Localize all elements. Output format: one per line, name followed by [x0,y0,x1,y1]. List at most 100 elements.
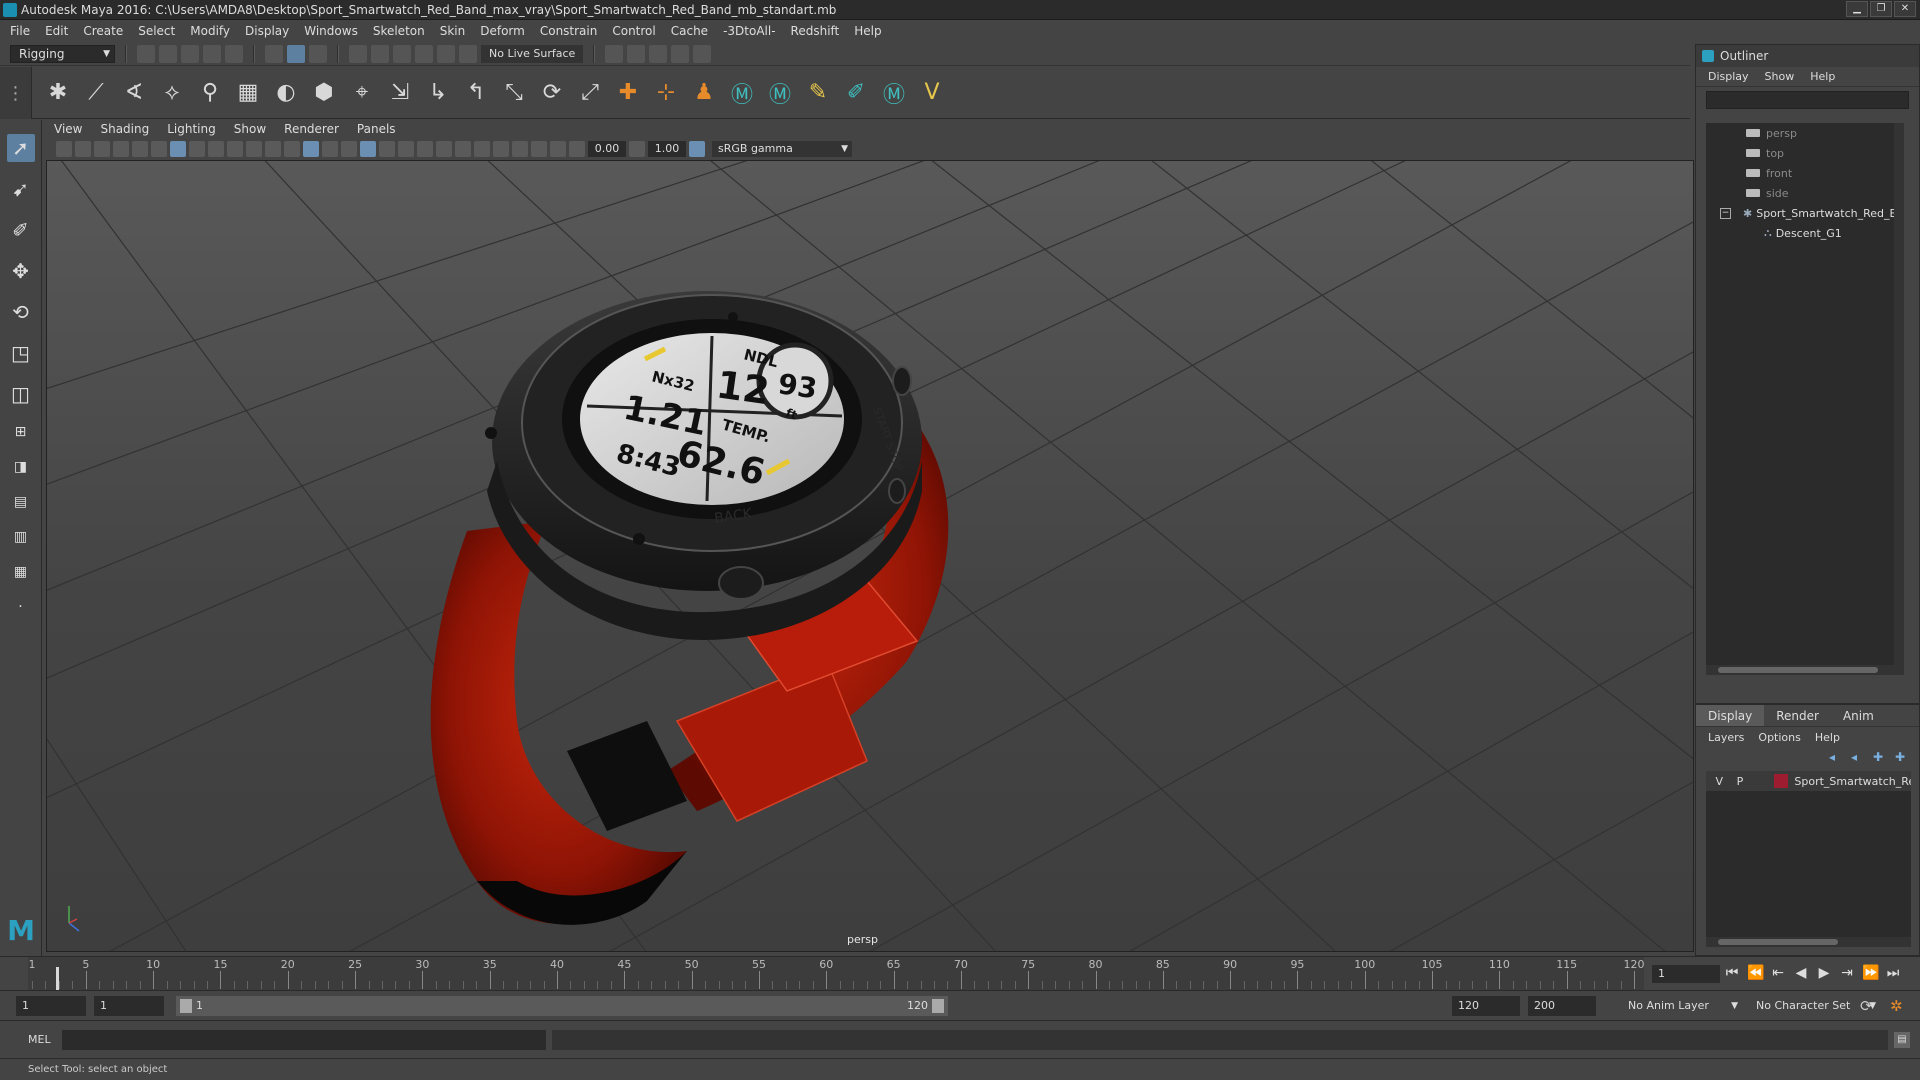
set-key-icon[interactable]: ⊹ [652,79,680,107]
use-default-material-icon[interactable] [322,141,338,157]
cluster-icon[interactable]: ⌖ [348,79,376,107]
component-editor-icon[interactable]: ✐ [842,79,870,107]
layer-color-swatch[interactable] [1773,774,1789,788]
xray-components-icon[interactable] [550,141,566,157]
camera-select-icon[interactable] [56,141,72,157]
layer-row[interactable]: V P Sport_Smartwatch_Red [1706,771,1911,791]
resolution-gate-icon[interactable] [208,141,224,157]
four-view-icon[interactable]: ⊞ [7,421,35,443]
grease-pencil-icon[interactable] [151,141,167,157]
scale-constraint-icon[interactable]: ⤡ [500,79,528,107]
vp-menu-show[interactable]: Show [234,122,266,136]
use-all-lights-icon[interactable] [379,141,395,157]
layout-dot-icon[interactable]: · [7,596,35,618]
persp-graph-icon[interactable]: ▥ [7,526,35,548]
maximize-button[interactable]: ❐ [1870,1,1892,17]
menu-skeleton[interactable]: Skeleton [373,24,425,38]
outliner-menu-show[interactable]: Show [1765,70,1795,83]
go-to-end-icon[interactable]: ⏭ [1885,965,1901,981]
gate-mask-icon[interactable] [227,141,243,157]
animation-prefs-icon[interactable]: ✲ [1890,998,1908,1014]
aim-constraint-icon[interactable]: ↳ [424,79,452,107]
side-by-side-icon[interactable]: ◨ [7,456,35,478]
playback-end-field[interactable]: 120 [1452,996,1520,1016]
move-layer-up-icon[interactable]: ◂ [1829,751,1845,763]
hypershade-icon[interactable] [693,44,712,63]
wireframe-on-shaded-icon[interactable] [341,141,357,157]
snap-curve-icon[interactable] [371,44,389,63]
ik-spline-icon[interactable]: ∢ [120,79,148,107]
color-management-icon[interactable] [689,141,705,157]
layer-menu-options[interactable]: Options [1758,731,1800,744]
scrollbar-thumb[interactable] [1718,667,1878,673]
single-view-icon[interactable]: ◫ [7,380,35,408]
minimize-button[interactable]: ▁ [1846,1,1868,17]
joint-tool-icon[interactable]: ✱ [44,79,72,107]
vp-menu-shading[interactable]: Shading [100,122,149,136]
multisample-aa-icon[interactable] [455,141,471,157]
menu-modify[interactable]: Modify [190,24,230,38]
xray-icon[interactable] [512,141,528,157]
save-scene-icon[interactable] [181,44,199,63]
range-end-handle[interactable] [932,999,944,1013]
select-hierarchy-icon[interactable] [265,44,283,63]
outliner-menu-display[interactable]: Display [1708,70,1749,83]
v-shape-icon[interactable]: V [918,79,946,107]
character-set-select[interactable]: No Character Set ▼ [1748,996,1876,1016]
snap-point-icon[interactable] [393,44,411,63]
range-start-handle[interactable] [180,999,192,1013]
render-frame-icon[interactable] [627,44,646,63]
shadows-icon[interactable] [398,141,414,157]
undo-icon[interactable] [203,44,221,63]
xray-joints-icon[interactable] [531,141,547,157]
snap-grid-icon[interactable] [349,44,367,63]
bookmark-icon[interactable] [94,141,110,157]
maya-m2-icon[interactable]: Ⓜ [766,79,794,108]
scrollbar-thumb[interactable] [1718,939,1838,945]
new-layer-from-selection-icon[interactable]: ✚ [1895,751,1911,763]
play-backwards-icon[interactable]: ◀ [1793,965,1809,981]
orient-constraint-icon[interactable]: ↰ [462,79,490,107]
layer-menu-help[interactable]: Help [1815,731,1840,744]
step-back-icon[interactable]: ⏪ [1747,965,1764,981]
perspective-viewport[interactable]: NDL 12 93 ft Nx32 1.21 TEMP. 62.6 8:43 B… [46,160,1694,952]
command-input[interactable] [62,1030,546,1050]
new-scene-icon[interactable] [137,44,155,63]
exposure-field[interactable]: 0.00 [588,141,626,157]
vp-menu-panels[interactable]: Panels [357,122,396,136]
field-chart-icon[interactable] [246,141,262,157]
redo-icon[interactable] [225,44,243,63]
step-forward-key-icon[interactable]: ⇥ [1839,965,1855,981]
view-transform-select[interactable]: sRGB gamma ▼ [712,141,852,157]
new-layer-icon[interactable]: ✚ [1873,751,1889,763]
anim-layer-select[interactable]: No Anim Layer ▼ [1620,996,1738,1016]
bind-skin-icon[interactable]: ⟡ [158,79,186,107]
open-scene-icon[interactable] [159,44,177,63]
step-forward-icon[interactable]: ⏩ [1862,965,1879,981]
layer-menu-layers[interactable]: Layers [1708,731,1744,744]
isolate-select-icon[interactable] [493,141,509,157]
textured-icon[interactable] [360,141,376,157]
camera-attributes-icon[interactable] [75,141,91,157]
render-settings-icon[interactable] [605,44,624,63]
playback-start-field[interactable]: 1 [94,996,164,1016]
current-frame-field[interactable]: 1 [1652,965,1720,983]
figure-icon[interactable]: ♟ [690,79,718,107]
humanik-icon[interactable]: ⚲ [196,79,224,107]
menu-skin[interactable]: Skin [440,24,466,38]
animation-start-field[interactable]: 1 [16,996,86,1016]
outliner-vertical-scrollbar[interactable] [1894,123,1904,675]
outliner-item-mesh[interactable]: ⛬ Descent_G1 [1706,223,1904,243]
menu-windows[interactable]: Windows [304,24,358,38]
auto-key-icon[interactable]: ⟳ [1860,998,1878,1014]
menu-edit[interactable]: Edit [45,24,68,38]
ipr-render-icon[interactable] [649,44,668,63]
make-live-icon[interactable] [459,44,477,63]
screen-space-ao-icon[interactable] [417,141,433,157]
grid-toggle-icon[interactable] [170,141,186,157]
vp-menu-lighting[interactable]: Lighting [167,122,216,136]
script-editor-icon[interactable]: ▤ [1894,1032,1910,1048]
menu-deform[interactable]: Deform [480,24,525,38]
outliner-item-persp[interactable]: persp [1706,123,1904,143]
maya-m-icon[interactable]: Ⓜ [728,79,756,108]
